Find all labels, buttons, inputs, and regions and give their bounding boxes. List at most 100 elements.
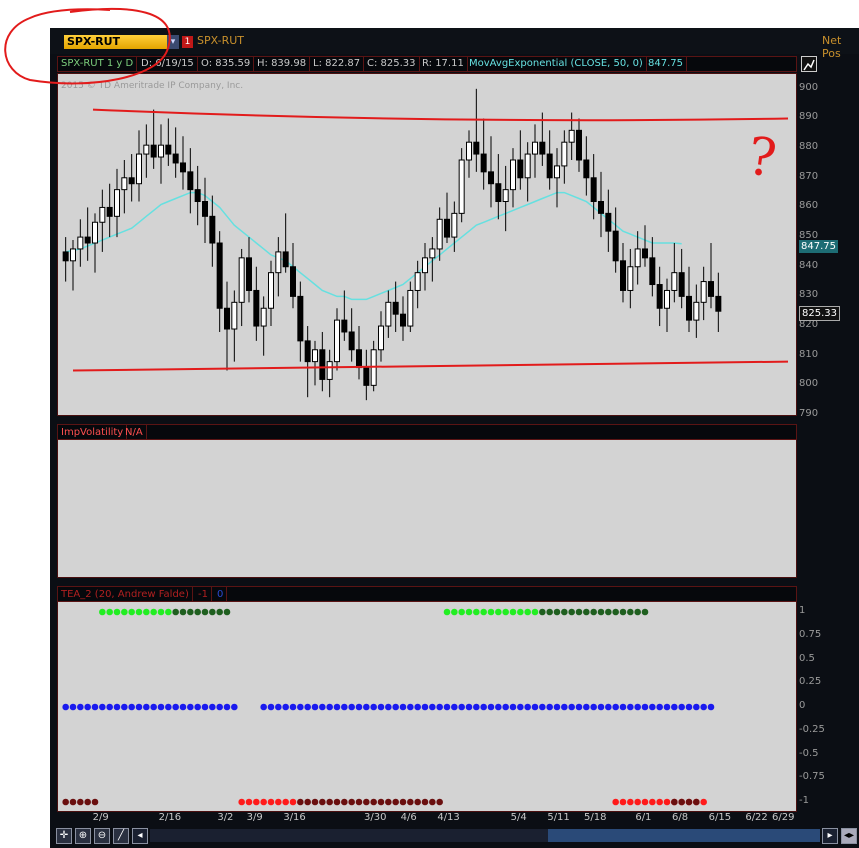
- zoom-box-icon[interactable]: ⊕: [75, 828, 91, 844]
- price-chart[interactable]: [58, 74, 796, 415]
- candle: [334, 308, 340, 371]
- last-price-box: 825.33: [799, 306, 840, 321]
- tea-dot: [612, 798, 619, 806]
- tea-dot: [333, 703, 341, 711]
- tea-dot: [275, 798, 282, 806]
- candle: [378, 311, 384, 362]
- tea-dot: [524, 608, 531, 616]
- candle: [260, 296, 267, 356]
- tea-dot: [282, 703, 289, 711]
- tea-dot: [465, 608, 473, 616]
- tea-dot: [165, 608, 172, 616]
- tea-dot: [509, 703, 517, 711]
- tea-dot: [399, 798, 407, 806]
- tea-dot: [260, 703, 267, 711]
- zoom-out-icon[interactable]: ⊖: [94, 828, 110, 844]
- candle: [356, 326, 362, 380]
- tea-dot: [531, 608, 539, 616]
- price-tick: 870: [799, 170, 819, 182]
- draw-line-icon[interactable]: ╱: [113, 828, 129, 844]
- tea-value-2: 0: [214, 587, 228, 602]
- tea-dot: [561, 703, 568, 711]
- tea-dot: [502, 703, 509, 711]
- tea-dot: [605, 608, 612, 616]
- crosshair-icon[interactable]: ✛: [56, 828, 72, 844]
- tea-dot: [297, 703, 304, 711]
- tea-dot: [84, 798, 91, 806]
- tea-dot: [370, 798, 377, 806]
- tea-value-1: -1: [195, 587, 212, 602]
- tea-dot: [685, 798, 693, 806]
- tea-dot: [436, 798, 443, 806]
- tea-dot: [561, 608, 568, 616]
- tea-dot: [157, 703, 165, 711]
- tea-dot: [69, 703, 77, 711]
- tea-dot: [304, 798, 311, 806]
- drawing-tool-icon[interactable]: [801, 56, 817, 72]
- tea-dot: [377, 798, 385, 806]
- study-label[interactable]: SPX-RUT 1 y D: [58, 57, 138, 71]
- flag-icon[interactable]: 1: [182, 36, 193, 48]
- candle: [165, 118, 172, 166]
- tea-dot: [311, 703, 319, 711]
- tea-dot: [223, 703, 231, 711]
- scroll-right-icon[interactable]: ▸: [822, 828, 838, 844]
- tea-dot: [201, 703, 209, 711]
- ema-price-box: 847.75: [799, 240, 838, 253]
- tea-dot: [77, 798, 84, 806]
- price-tick: 860: [799, 200, 819, 212]
- tea-dot: [627, 608, 634, 616]
- tea-tick: -1: [799, 795, 809, 806]
- tea-label[interactable]: TEA_2 (20, Andrew Falde): [58, 587, 193, 602]
- candle: [128, 154, 135, 202]
- date-tick: 6/15: [708, 812, 732, 823]
- tea-dot: [121, 608, 128, 616]
- tea-dot: [385, 798, 392, 806]
- price-tick: 800: [799, 378, 819, 390]
- expand-icon[interactable]: ◂▸: [841, 828, 857, 844]
- tea-dot: [685, 703, 693, 711]
- tea-dot: [473, 703, 480, 711]
- scrollbar-thumb[interactable]: [548, 829, 820, 842]
- tea-dot: [289, 703, 297, 711]
- tea-dot: [707, 703, 715, 711]
- tea-dot: [451, 608, 458, 616]
- ema-study-label[interactable]: MovAvgExponential (CLOSE, 50, 0): [466, 57, 647, 71]
- chevron-down-icon[interactable]: ▾: [167, 35, 179, 49]
- candle: [304, 326, 311, 398]
- candle: [407, 281, 414, 332]
- tea-dot: [113, 608, 121, 616]
- tea-dot: [187, 703, 194, 711]
- candle: [693, 284, 700, 338]
- candle: [106, 183, 113, 238]
- imp-volatility-label[interactable]: ImpVolatility: [58, 425, 128, 440]
- candle: [583, 136, 590, 196]
- tea-dot: [62, 703, 69, 711]
- tea-dot: [458, 703, 465, 711]
- tea-dot: [297, 798, 304, 806]
- tea-dot: [113, 703, 121, 711]
- tea-chart[interactable]: [58, 603, 796, 811]
- candle: [466, 130, 472, 178]
- candle: [488, 136, 494, 208]
- tea-tick: -0.25: [799, 723, 825, 735]
- tea-dot: [693, 703, 700, 711]
- tea-dot: [106, 608, 113, 616]
- tea-dot: [348, 703, 355, 711]
- tea-dot: [634, 703, 641, 711]
- scroll-left-icon[interactable]: ◂: [132, 828, 148, 844]
- price-tick: 900: [799, 81, 819, 93]
- symbol-input[interactable]: SPX-RUT: [64, 35, 178, 49]
- candle: [671, 243, 678, 303]
- tea-dot: [238, 798, 245, 806]
- tea-dot: [245, 798, 253, 806]
- candle: [627, 248, 634, 309]
- tea-dot: [656, 703, 663, 711]
- tea-dot: [553, 703, 561, 711]
- tea-dot: [216, 703, 223, 711]
- tea-dot: [575, 608, 583, 616]
- tea-dot: [128, 608, 135, 616]
- candle: [70, 240, 76, 291]
- tea-header: TEA_2 (20, Andrew Falde) -1 0: [57, 586, 797, 602]
- candle: [231, 290, 238, 362]
